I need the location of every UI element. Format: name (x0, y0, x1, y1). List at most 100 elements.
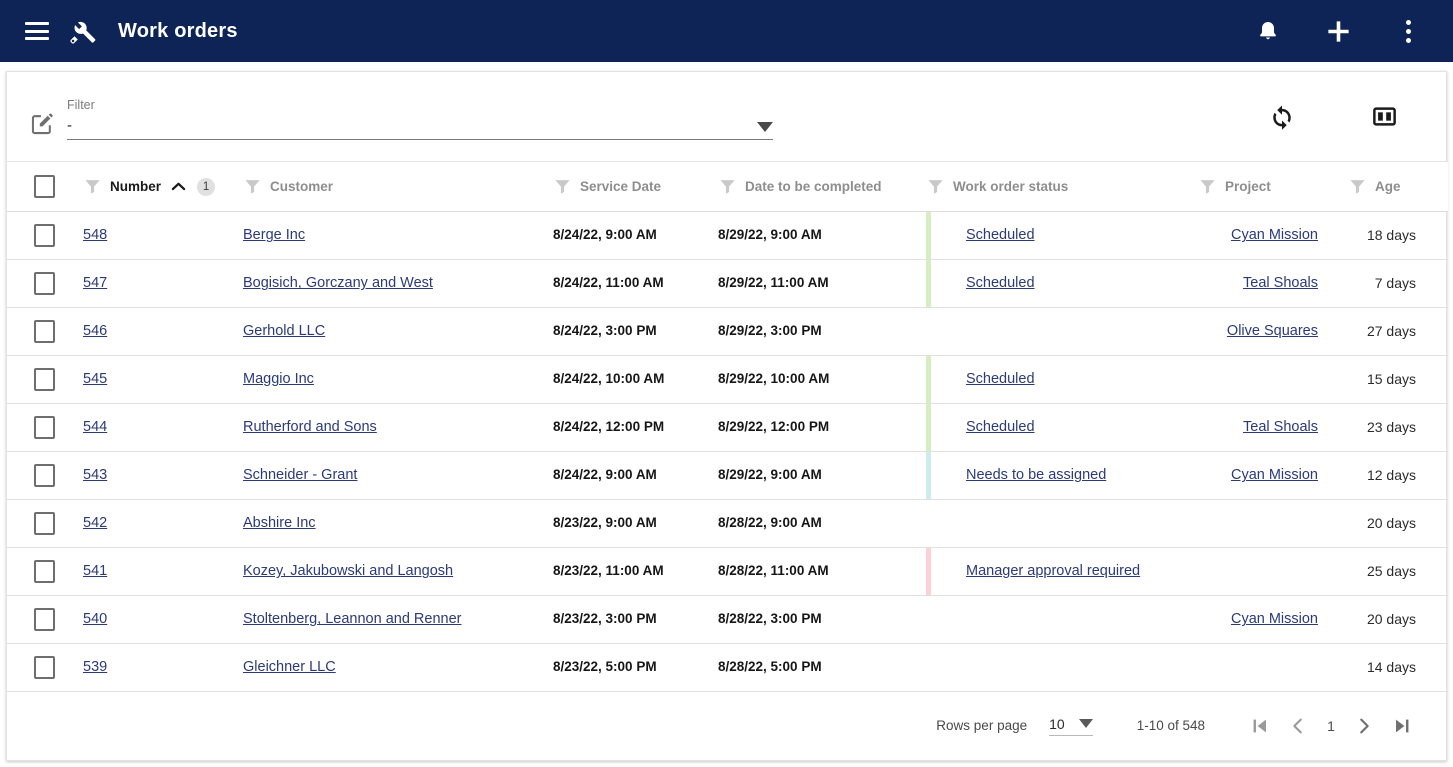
row-select-cell[interactable] (7, 595, 83, 644)
project-link[interactable]: Cyan Mission (1231, 467, 1318, 483)
cell-customer[interactable]: Gleichner LLC (243, 643, 553, 692)
filter-select[interactable]: Filter - (67, 94, 773, 140)
hamburger-menu-button[interactable] (14, 8, 60, 54)
row-checkbox[interactable] (34, 415, 55, 439)
column-header-project-inner[interactable]: Project (1198, 177, 1348, 196)
table-row[interactable]: 548 Berge Inc 8/24/22, 9:00 AM 8/29/22, 9:0… (7, 211, 1448, 260)
first-page-button[interactable] (1241, 707, 1279, 745)
row-select-cell[interactable] (7, 259, 83, 308)
work-order-status-link[interactable]: Scheduled (966, 371, 1035, 387)
table-row[interactable]: 540 Stoltenberg, Leannon and Renner 8/23/2… (7, 595, 1448, 644)
work-order-number-link[interactable]: 541 (83, 563, 107, 579)
row-checkbox[interactable] (34, 319, 55, 343)
cell-customer[interactable]: Schneider - Grant (243, 451, 553, 500)
row-checkbox[interactable] (34, 463, 55, 487)
work-order-number-link[interactable]: 548 (83, 227, 107, 243)
cell-project[interactable]: Cyan Mission (1198, 451, 1348, 500)
work-order-status-link[interactable]: Scheduled (966, 419, 1035, 435)
work-order-number-link[interactable]: 547 (83, 275, 107, 291)
work-order-status-link[interactable]: Needs to be assigned (966, 467, 1106, 483)
cell-number[interactable]: 542 (83, 499, 243, 548)
cell-number[interactable]: 539 (83, 643, 243, 692)
filter-icon[interactable] (243, 177, 262, 196)
row-select-cell[interactable] (7, 547, 83, 596)
work-order-number-link[interactable]: 546 (83, 323, 107, 339)
column-header-due-date-inner[interactable]: Date to be completed (718, 177, 926, 196)
cell-status[interactable]: Needs to be assigned (926, 451, 1198, 500)
column-layout-button[interactable] (1371, 103, 1398, 130)
cell-number[interactable]: 541 (83, 547, 243, 596)
customer-link[interactable]: Rutherford and Sons (243, 419, 377, 435)
customer-link[interactable]: Maggio Inc (243, 371, 314, 387)
project-link[interactable]: Teal Shoals (1243, 275, 1318, 291)
column-header-customer-inner[interactable]: Customer (243, 177, 553, 196)
filter-value-row[interactable]: - (67, 117, 773, 140)
column-header-number[interactable]: Number 1 (83, 162, 243, 212)
customer-link[interactable]: Abshire Inc (243, 515, 316, 531)
table-row[interactable]: 544 Rutherford and Sons 8/24/22, 12:00 PM 8… (7, 403, 1448, 452)
cell-project[interactable]: Olive Squares (1198, 307, 1348, 356)
filter-icon[interactable] (1198, 177, 1217, 196)
column-header-age[interactable]: Age (1348, 162, 1448, 212)
next-page-button[interactable] (1345, 707, 1383, 745)
cell-customer[interactable]: Maggio Inc (243, 355, 553, 404)
cell-project[interactable]: Teal Shoals (1198, 403, 1348, 452)
edit-filter-button[interactable] (25, 110, 59, 137)
cell-customer[interactable]: Bogisich, Gorczany and West (243, 259, 553, 308)
row-checkbox[interactable] (34, 655, 55, 679)
cell-project[interactable]: Cyan Mission (1198, 595, 1348, 644)
work-order-status-link[interactable]: Scheduled (966, 275, 1035, 291)
table-row[interactable]: 543 Schneider - Grant 8/24/22, 9:00 AM 8/29… (7, 451, 1448, 500)
cell-customer[interactable]: Gerhold LLC (243, 307, 553, 356)
notifications-button[interactable] (1245, 8, 1291, 54)
filter-icon[interactable] (83, 177, 102, 196)
cell-customer[interactable]: Berge Inc (243, 211, 553, 260)
select-all-checkbox[interactable] (34, 175, 55, 199)
work-order-number-link[interactable]: 540 (83, 611, 107, 627)
customer-link[interactable]: Kozey, Jakubowski and Langosh (243, 563, 453, 579)
work-order-status-link[interactable]: Scheduled (966, 227, 1035, 243)
cell-number[interactable]: 548 (83, 211, 243, 260)
customer-link[interactable]: Berge Inc (243, 227, 305, 243)
cell-number[interactable]: 544 (83, 403, 243, 452)
column-header-due-date[interactable]: Date to be completed (718, 162, 926, 212)
cell-status[interactable]: Manager approval required (926, 547, 1198, 596)
cell-customer[interactable]: Rutherford and Sons (243, 403, 553, 452)
column-header-age-inner[interactable]: Age (1348, 177, 1448, 196)
filter-icon[interactable] (1348, 177, 1367, 196)
filter-icon[interactable] (553, 177, 572, 196)
table-row[interactable]: 541 Kozey, Jakubowski and Langosh 8/23/22,… (7, 547, 1448, 596)
customer-link[interactable]: Stoltenberg, Leannon and Renner (243, 611, 461, 627)
last-page-button[interactable] (1383, 707, 1421, 745)
work-order-number-link[interactable]: 542 (83, 515, 107, 531)
project-link[interactable]: Cyan Mission (1231, 611, 1318, 627)
sort-ascending-icon[interactable] (171, 181, 186, 192)
cell-customer[interactable]: Stoltenberg, Leannon and Renner (243, 595, 553, 644)
project-link[interactable]: Teal Shoals (1243, 419, 1318, 435)
add-work-order-button[interactable] (1315, 8, 1361, 54)
row-checkbox[interactable] (34, 559, 55, 583)
cell-status[interactable]: Scheduled (926, 403, 1198, 452)
cell-number[interactable]: 547 (83, 259, 243, 308)
table-row[interactable]: 547 Bogisich, Gorczany and West 8/24/22, 1… (7, 259, 1448, 308)
overflow-menu-button[interactable] (1385, 8, 1431, 54)
column-header-project[interactable]: Project (1198, 162, 1348, 212)
cell-number[interactable]: 540 (83, 595, 243, 644)
cell-customer[interactable]: Abshire Inc (243, 499, 553, 548)
project-link[interactable]: Olive Squares (1227, 323, 1318, 339)
previous-page-button[interactable] (1279, 707, 1317, 745)
filter-icon[interactable] (926, 177, 945, 196)
work-order-number-link[interactable]: 545 (83, 371, 107, 387)
column-header-service-date[interactable]: Service Date (553, 162, 718, 212)
row-select-cell[interactable] (7, 403, 83, 452)
row-select-cell[interactable] (7, 499, 83, 548)
cell-number[interactable]: 543 (83, 451, 243, 500)
table-row[interactable]: 542 Abshire Inc 8/23/22, 9:00 AM 8/28/22, 9… (7, 499, 1448, 548)
cell-number[interactable]: 545 (83, 355, 243, 404)
table-row[interactable]: 546 Gerhold LLC 8/24/22, 3:00 PM 8/29/22, 3… (7, 307, 1448, 356)
row-checkbox[interactable] (34, 271, 55, 295)
table-row[interactable]: 539 Gleichner LLC 8/23/22, 5:00 PM 8/28/22,… (7, 643, 1448, 692)
work-order-number-link[interactable]: 544 (83, 419, 107, 435)
row-checkbox[interactable] (34, 607, 55, 631)
row-select-cell[interactable] (7, 307, 83, 356)
